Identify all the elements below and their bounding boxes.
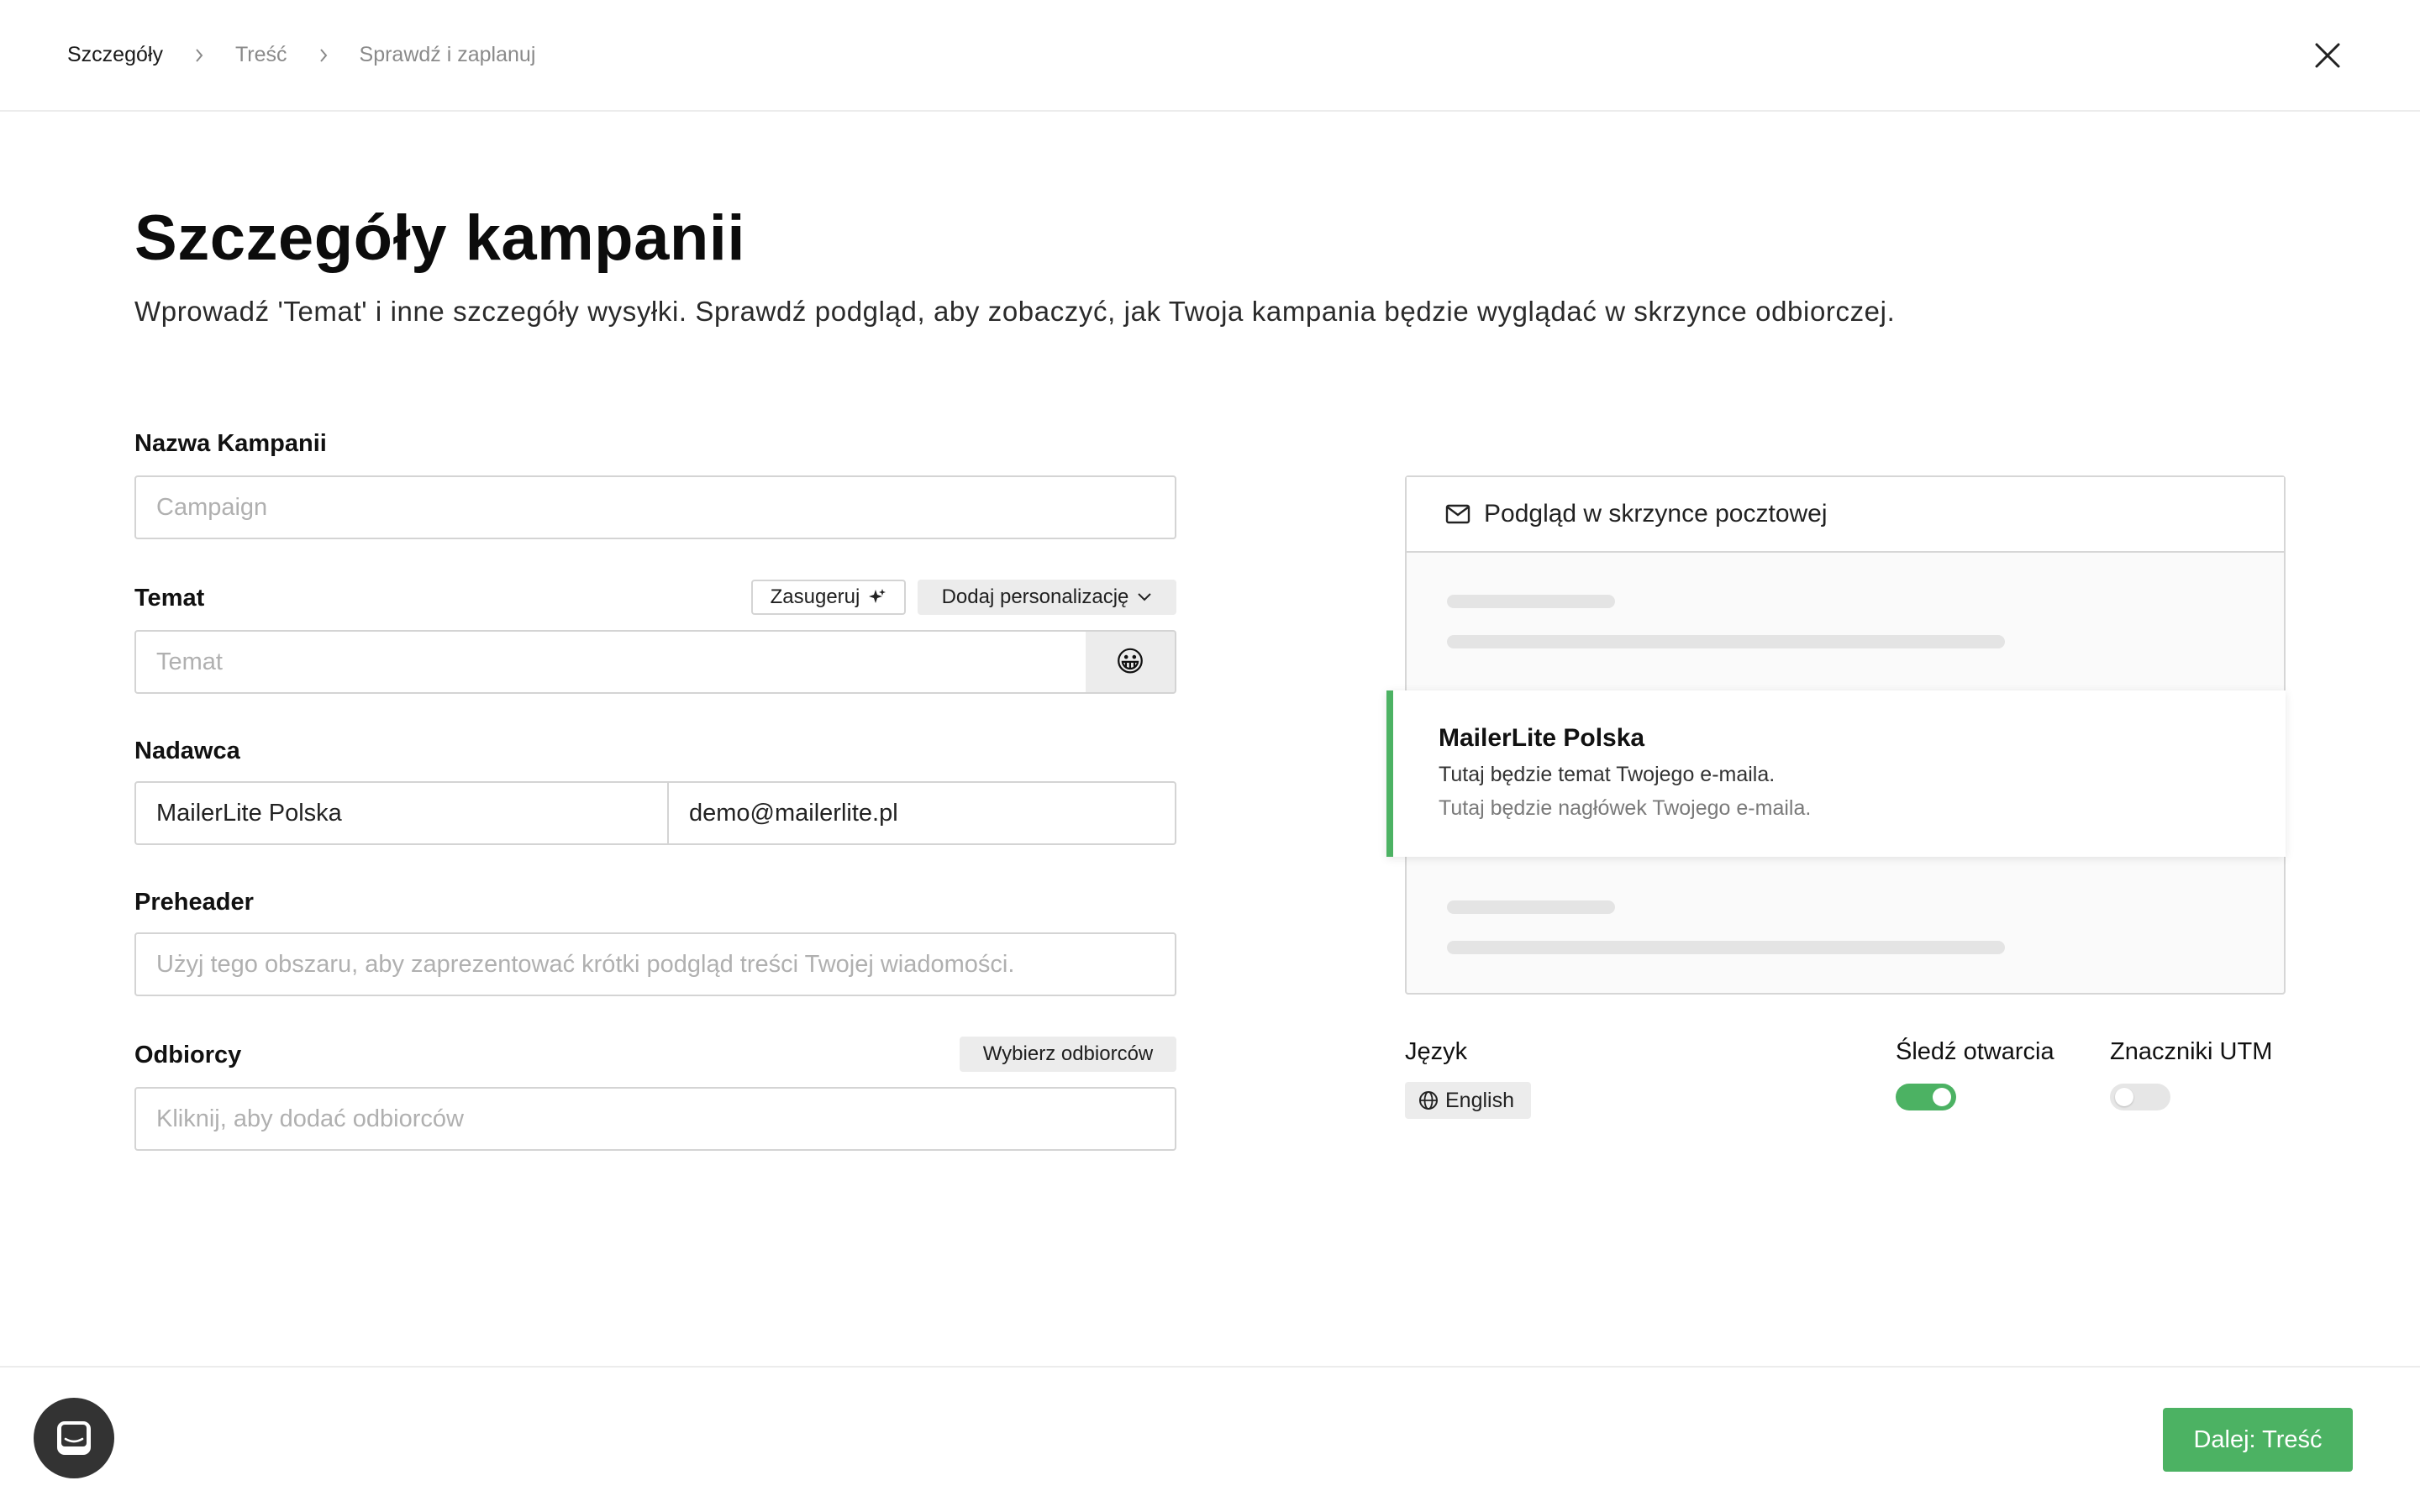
utm-tags-label: Znaczniki UTM [2110, 1038, 2273, 1065]
add-personalization-label: Dodaj personalizację [941, 585, 1129, 608]
chevron-right-icon [192, 48, 207, 63]
language-label: Język [1405, 1038, 1468, 1065]
campaign-name-label: Nazwa Kampanii [134, 430, 327, 457]
globe-icon [1419, 1091, 1438, 1110]
next-content-button[interactable]: Dalej: Treść [2163, 1408, 2353, 1472]
emoji-icon: 😀 [1115, 646, 1145, 678]
sender-label: Nadawca [134, 738, 240, 764]
recipients-label: Odbiorcy [134, 1042, 242, 1068]
preview-subject: Tutaj będzie temat Twojego e-maila. [1439, 763, 1776, 786]
preheader-input[interactable]: Użyj tego obszaru, aby zaprezentować kró… [134, 932, 1176, 996]
inbox-preview-message: MailerLite Polska Tutaj będzie temat Two… [1386, 690, 2286, 857]
close-icon [2315, 43, 2340, 68]
top-bar: Szczegóły Treść Sprawdź i zaplanuj [0, 0, 2420, 112]
chevron-down-icon [1138, 593, 1152, 601]
page-subtitle: Wprowadź 'Temat' i inne szczegóły wysyłk… [134, 296, 1896, 327]
recipients-input[interactable]: Kliknij, aby dodać odbiorców [134, 1087, 1176, 1151]
close-button[interactable] [2309, 37, 2346, 74]
campaign-details-page: Szczegóły Treść Sprawdź i zaplanuj Szcze… [0, 0, 2420, 1512]
preview-sender: MailerLite Polska [1439, 724, 1645, 752]
skeleton-line [1447, 900, 1615, 914]
track-opens-toggle[interactable] [1896, 1084, 1956, 1110]
suggest-button-label: Zasugeruj [770, 585, 860, 608]
subject-input[interactable]: Temat [134, 630, 1087, 694]
track-opens-label: Śledź otwarcia [1896, 1038, 2054, 1065]
skeleton-line [1447, 941, 2005, 954]
skeleton-line [1447, 635, 2005, 648]
breadcrumb: Szczegóły Treść Sprawdź i zaplanuj [67, 43, 535, 67]
emoji-picker-button[interactable]: 😀 [1086, 630, 1176, 694]
preheader-label: Preheader [134, 889, 254, 916]
utm-tags-toggle[interactable] [2110, 1084, 2170, 1110]
sender-email-input[interactable]: demo@mailerlite.pl [667, 781, 1176, 845]
toggle-knob [1933, 1088, 1951, 1106]
page-title: Szczegóły kampanii [134, 202, 746, 274]
language-value: English [1445, 1088, 1514, 1112]
envelope-icon [1445, 504, 1470, 524]
chat-support-button[interactable] [34, 1398, 114, 1478]
chat-icon [57, 1421, 91, 1455]
subject-label: Temat [134, 585, 205, 612]
breadcrumb-item-content[interactable]: Treść [235, 43, 287, 67]
inbox-preview-header: Podgląd w skrzynce pocztowej [1407, 477, 2284, 553]
preview-header-text: Tutaj będzie nagłówek Twojego e-maila. [1439, 796, 1812, 820]
sparkle-icon [869, 589, 886, 603]
language-selector[interactable]: English [1405, 1082, 1531, 1119]
breadcrumb-item-review[interactable]: Sprawdź i zaplanuj [360, 43, 536, 67]
breadcrumb-item-details[interactable]: Szczegóły [67, 43, 163, 67]
skeleton-line [1447, 595, 1615, 608]
inbox-preview-title: Podgląd w skrzynce pocztowej [1484, 500, 1828, 528]
footer-bar [0, 1366, 2420, 1512]
add-personalization-dropdown[interactable]: Dodaj personalizację [918, 580, 1176, 615]
toggle-knob [2115, 1088, 2133, 1106]
suggest-button[interactable]: Zasugeruj [751, 580, 906, 615]
sender-name-input[interactable]: MailerLite Polska [134, 781, 669, 845]
select-recipients-button[interactable]: Wybierz odbiorców [960, 1037, 1176, 1072]
campaign-name-input[interactable]: Campaign [134, 475, 1176, 539]
chevron-right-icon [316, 48, 331, 63]
